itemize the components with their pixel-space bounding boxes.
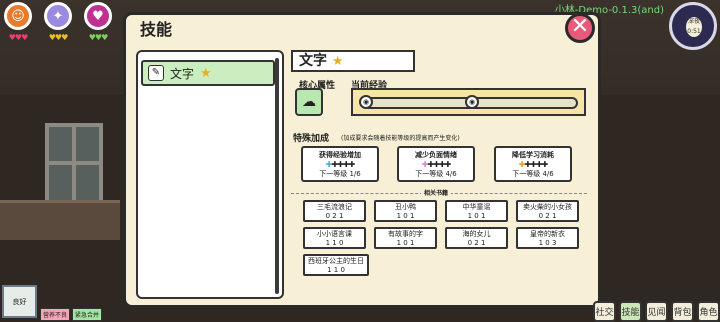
bonus-next: 下一等级 4/6 bbox=[415, 170, 457, 178]
book-stats: 0 2 1 bbox=[538, 212, 557, 220]
portrait-label: 良好 bbox=[12, 297, 27, 306]
bonus-card[interactable]: 减少负面情绪 ✚✚✚✚✚ 下一等级 4/6 bbox=[397, 146, 475, 182]
book-stats: 0 2 1 bbox=[467, 239, 486, 247]
special-note: (加成要求会随着技能等级的提高而产生变化) bbox=[341, 135, 460, 142]
book-item[interactable]: 卖火柴的小女孩 0 2 1 bbox=[516, 200, 579, 222]
book-stats: 1 0 3 bbox=[538, 239, 557, 247]
book-title: 卖火柴的小女孩 bbox=[523, 203, 572, 211]
book-title: 小小语言课 bbox=[317, 230, 352, 238]
clock-face: 深夜 0:51 bbox=[686, 17, 702, 37]
room-window bbox=[45, 123, 103, 205]
face-icon: ☺ bbox=[4, 2, 32, 30]
nav-bag-button[interactable]: 背包 bbox=[671, 301, 694, 322]
text-icon: ✎ bbox=[148, 65, 164, 81]
book-title: 西班牙公主的生日 bbox=[308, 257, 364, 265]
book-title: 有故事的字 bbox=[388, 230, 423, 238]
book-item[interactable]: 小小语言课 1 1 0 bbox=[303, 227, 366, 249]
book-stats: 1 0 1 bbox=[396, 212, 415, 220]
exp-bar: ◉ ◉ bbox=[351, 88, 586, 116]
bonus-next: 下一等级 1/6 bbox=[319, 170, 361, 178]
book-item[interactable]: 西班牙公主的生日 1 1 0 bbox=[303, 254, 369, 276]
stat-mood[interactable]: ☺ ♥♥♥ bbox=[2, 2, 34, 42]
status-bar: ☺ ♥♥♥ ✦ ♥♥♥ ♥ ♥♥♥ bbox=[2, 2, 114, 42]
status-badge: 紧急合并 bbox=[72, 308, 103, 321]
portrait-card[interactable]: 良好 bbox=[2, 285, 37, 318]
skill-list-scrollbar[interactable] bbox=[275, 58, 279, 294]
nav-social-button[interactable]: 社交 bbox=[593, 301, 616, 322]
book-item[interactable]: 海的女儿 0 2 1 bbox=[445, 227, 508, 249]
book-stats: 1 0 1 bbox=[467, 212, 486, 220]
book-title: 丑小鸭 bbox=[395, 203, 416, 211]
bonus-next: 下一等级 4/6 bbox=[512, 170, 554, 178]
day-clock[interactable]: 深夜 0:51 bbox=[669, 2, 717, 50]
clock-time: 0:51 bbox=[687, 28, 701, 35]
skill-item-text[interactable]: ✎ 文字 ★ bbox=[141, 60, 275, 86]
book-title: 中华童谣 bbox=[462, 203, 491, 211]
special-label: 特殊加成 bbox=[293, 134, 330, 144]
book-title: 海的女儿 bbox=[462, 230, 491, 238]
status-badge: 营养不良 bbox=[40, 308, 71, 321]
skill-item-label: 文字 bbox=[170, 66, 195, 81]
bonus-title: 减少负面情绪 bbox=[415, 151, 457, 159]
bonus-title: 获得经验增加 bbox=[319, 151, 361, 159]
book-title: 皇帝的新衣 bbox=[530, 230, 565, 238]
book-item[interactable]: 有故事的字 1 0 1 bbox=[374, 227, 437, 249]
bonus-title: 降低学习消耗 bbox=[512, 151, 554, 159]
bonus-card[interactable]: 获得经验增加 ✚✚✚✚✚ 下一等级 1/6 bbox=[301, 146, 379, 182]
room-shelf bbox=[0, 200, 120, 240]
book-item[interactable]: 皇帝的新衣 1 0 3 bbox=[516, 227, 579, 249]
skill-title-text: 文字 bbox=[299, 53, 327, 69]
star-icon: ★ bbox=[331, 54, 344, 69]
skill-detail: 文字 ★ 核心属性 当前经验 ☁ ◉ ◉ 特殊加成 (加成要求会随着技能等级的提… bbox=[291, 50, 593, 303]
heart-icon: ♥ bbox=[84, 2, 112, 30]
book-section-label: 相关书籍 bbox=[421, 188, 452, 197]
book-stats: 1 1 0 bbox=[325, 239, 344, 247]
book-item[interactable]: 丑小鸭 1 0 1 bbox=[374, 200, 437, 222]
book-stats: 0 2 1 bbox=[325, 212, 344, 220]
stat-hearts: ♥♥♥ bbox=[48, 33, 68, 42]
bottom-nav: 社交 技能 见闻 背包 角色 bbox=[593, 301, 720, 322]
panel-title: 技能 bbox=[140, 20, 173, 39]
book-item[interactable]: 中华童谣 1 0 1 bbox=[445, 200, 508, 222]
exp-start-icon: ◉ bbox=[359, 95, 373, 109]
cloud-icon: ☁ bbox=[295, 88, 323, 116]
sparkle-icon: ✦ bbox=[44, 2, 72, 30]
close-button[interactable]: ✕ bbox=[565, 13, 595, 43]
exp-marker-icon: ◉ bbox=[465, 95, 479, 109]
skills-panel: 技能 ✎ 文字 ★ 文字 ★ 核心属性 当前经验 ☁ ◉ ◉ 特殊加成 (加成要… bbox=[123, 12, 601, 308]
nav-skills-button[interactable]: 技能 bbox=[619, 301, 642, 322]
bonus-card[interactable]: 降低学习消耗 ✚✚✚✚✚ 下一等级 4/6 bbox=[494, 146, 572, 182]
skill-title: 文字 ★ bbox=[291, 50, 415, 72]
stat-energy[interactable]: ✦ ♥♥♥ bbox=[42, 2, 74, 42]
star-icon: ★ bbox=[200, 65, 212, 81]
nav-notes-button[interactable]: 见闻 bbox=[645, 301, 668, 322]
stat-hearts: ♥♥♥ bbox=[8, 33, 28, 42]
nav-character-button[interactable]: 角色 bbox=[697, 301, 720, 322]
clock-label: 深夜 bbox=[687, 18, 700, 25]
plus-icons: ✚✚✚✚✚ bbox=[421, 160, 452, 169]
book-title: 三毛流浪记 bbox=[317, 203, 352, 211]
stat-love[interactable]: ♥ ♥♥♥ bbox=[82, 2, 114, 42]
book-stats: 1 0 1 bbox=[396, 239, 415, 247]
book-item[interactable]: 三毛流浪记 0 2 1 bbox=[303, 200, 366, 222]
plus-icons: ✚✚✚✚✚ bbox=[325, 160, 356, 169]
plus-icons: ✚✚✚✚✚ bbox=[518, 160, 549, 169]
skill-list[interactable]: ✎ 文字 ★ bbox=[136, 50, 284, 299]
book-stats: 1 1 0 bbox=[327, 266, 345, 274]
stat-hearts: ♥♥♥ bbox=[88, 33, 108, 42]
